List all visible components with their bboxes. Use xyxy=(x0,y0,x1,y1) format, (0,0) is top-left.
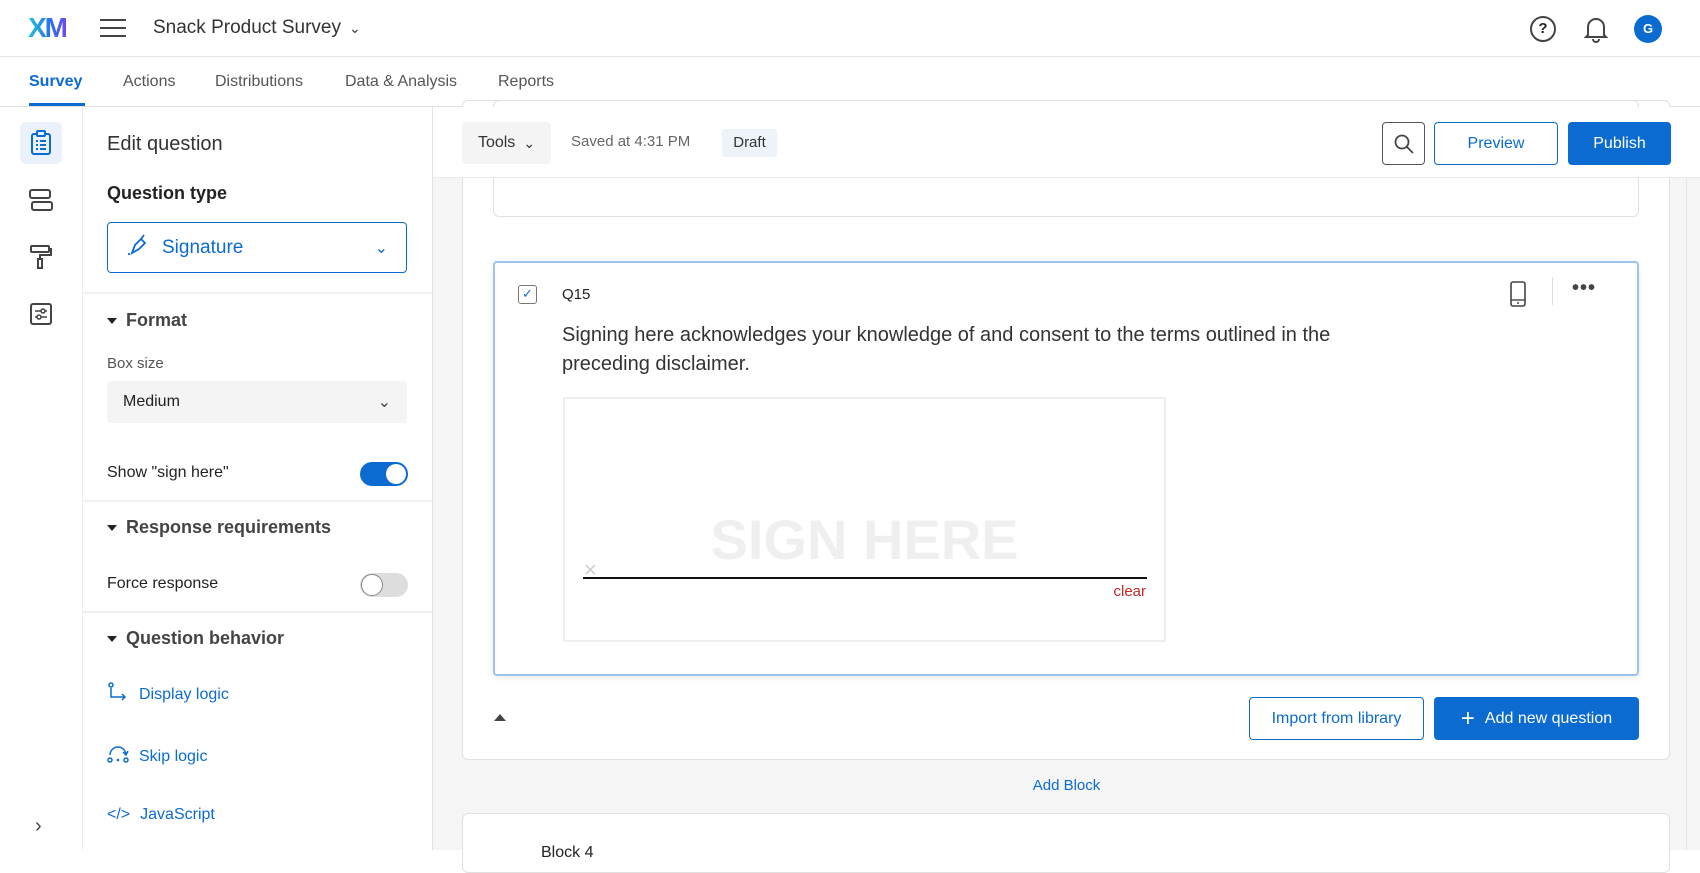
avatar[interactable]: G xyxy=(1634,15,1662,43)
display-logic-link[interactable]: Display logic xyxy=(107,682,229,707)
menu-icon[interactable] xyxy=(100,19,126,37)
xm-logo[interactable]: XM xyxy=(28,12,68,44)
tab-reports[interactable]: Reports xyxy=(498,73,554,91)
add-new-question-button[interactable]: + Add new question xyxy=(1434,697,1639,740)
editor-toolbar: Tools ⌄ Saved at 4:31 PM Draft Preview Pu… xyxy=(433,107,1700,178)
help-icon[interactable]: ? xyxy=(1530,16,1556,42)
survey-flow-icon[interactable] xyxy=(20,179,62,221)
code-icon: </> xyxy=(107,806,131,823)
tab-survey[interactable]: Survey xyxy=(29,73,82,91)
tools-label: Tools xyxy=(477,134,516,151)
caret-down-icon xyxy=(107,636,117,643)
publish-button[interactable]: Publish xyxy=(1568,122,1671,165)
show-sign-here-toggle[interactable] xyxy=(360,462,408,486)
preview-button[interactable]: Preview xyxy=(1434,122,1558,165)
edit-question-panel: Edit question Question type Signature ⌄ … xyxy=(83,107,433,850)
survey-title-dropdown[interactable]: Snack Product Survey ⌄ xyxy=(153,17,361,39)
active-tab-indicator xyxy=(29,103,85,106)
question-type-select[interactable]: Signature ⌄ xyxy=(107,222,407,273)
format-heading: Format xyxy=(126,310,188,330)
divider xyxy=(83,500,432,502)
response-heading: Response requirements xyxy=(126,517,332,537)
toggle-knob xyxy=(361,574,383,596)
survey-options-icon[interactable] xyxy=(20,293,62,335)
expand-chevron-icon[interactable]: › xyxy=(35,815,42,838)
skip-logic-link[interactable]: Skip logic xyxy=(107,744,207,769)
javascript-link[interactable]: </> JavaScript xyxy=(107,806,215,824)
divider xyxy=(83,611,432,613)
toggle-knob xyxy=(386,464,406,484)
box-size-label: Box size xyxy=(107,355,164,372)
display-logic-icon xyxy=(107,682,129,707)
survey-questions-icon[interactable] xyxy=(20,122,62,164)
sign-here-placeholder: SIGN HERE xyxy=(710,508,1019,571)
next-block-card[interactable]: Block 4 xyxy=(462,813,1670,873)
force-response-toggle[interactable] xyxy=(360,573,408,597)
question-select-checkbox[interactable]: ✓ xyxy=(518,285,537,304)
search-button[interactable] xyxy=(1382,122,1425,165)
clear-signature-link[interactable]: clear xyxy=(1113,583,1146,600)
signature-pen-icon xyxy=(126,233,150,262)
add-block-link[interactable]: Add Block xyxy=(1000,777,1133,794)
force-response-label: Force response xyxy=(107,575,219,592)
chevron-down-icon: ⌄ xyxy=(377,394,391,411)
response-requirements-toggle[interactable]: Response requirements xyxy=(107,517,331,538)
chevron-down-icon: ⌄ xyxy=(348,20,361,36)
caret-down-icon xyxy=(107,525,117,532)
mobile-preview-icon[interactable] xyxy=(1510,281,1526,312)
skip-logic-icon xyxy=(107,744,129,769)
chevron-down-icon: ⌄ xyxy=(374,239,388,257)
search-icon xyxy=(1394,134,1414,154)
next-block-title: Block 4 xyxy=(541,844,594,861)
add-new-question-label: Add new question xyxy=(1484,709,1613,727)
skip-logic-label: Skip logic xyxy=(139,747,208,765)
javascript-label: JavaScript xyxy=(140,806,215,823)
divider xyxy=(83,292,432,294)
panel-title: Edit question xyxy=(107,133,223,155)
plus-icon: + xyxy=(1460,704,1475,732)
tab-actions[interactable]: Actions xyxy=(123,73,175,91)
more-options-icon[interactable]: ••• xyxy=(1572,277,1596,300)
caret-down-icon xyxy=(107,318,117,325)
box-size-select[interactable]: Medium ⌄ xyxy=(107,381,407,423)
collapse-block-icon[interactable] xyxy=(494,714,506,721)
draft-badge: Draft xyxy=(722,129,777,157)
signature-line xyxy=(583,577,1147,579)
display-logic-label: Display logic xyxy=(139,685,229,703)
signature-box[interactable]: SIGN HERE × clear xyxy=(563,397,1166,642)
look-and-feel-icon[interactable] xyxy=(20,236,62,278)
survey-title: Snack Product Survey xyxy=(153,17,341,38)
question-text[interactable]: Signing here acknowledges your knowledge… xyxy=(562,321,1402,379)
question-number: Q15 xyxy=(562,286,591,303)
behavior-heading: Question behavior xyxy=(126,628,285,648)
question-type-label: Question type xyxy=(107,183,228,203)
question-behavior-toggle[interactable]: Question behavior xyxy=(107,628,284,649)
tab-distributions[interactable]: Distributions xyxy=(215,73,303,91)
tab-data-analysis[interactable]: Data & Analysis xyxy=(345,73,457,91)
import-from-library-button[interactable]: Import from library xyxy=(1249,697,1424,740)
format-section-toggle[interactable]: Format xyxy=(107,310,187,331)
divider xyxy=(1552,277,1553,305)
question-type-value: Signature xyxy=(162,236,244,258)
scrollbar-track[interactable] xyxy=(1686,178,1687,850)
sign-x-icon: × xyxy=(584,557,597,582)
show-sign-here-label: Show "sign here" xyxy=(107,464,229,481)
bell-icon[interactable] xyxy=(1583,15,1609,48)
top-header: XM Snack Product Survey ⌄ ? G xyxy=(0,0,1700,57)
saved-status: Saved at 4:31 PM xyxy=(571,133,691,150)
chevron-down-icon: ⌄ xyxy=(523,134,536,151)
question-card-q15[interactable]: ✓ Q15 ••• Signing here acknowledges your… xyxy=(493,261,1639,676)
tools-dropdown[interactable]: Tools ⌄ xyxy=(462,122,551,164)
box-size-value: Medium xyxy=(123,393,180,410)
tool-rail: › xyxy=(0,107,83,850)
